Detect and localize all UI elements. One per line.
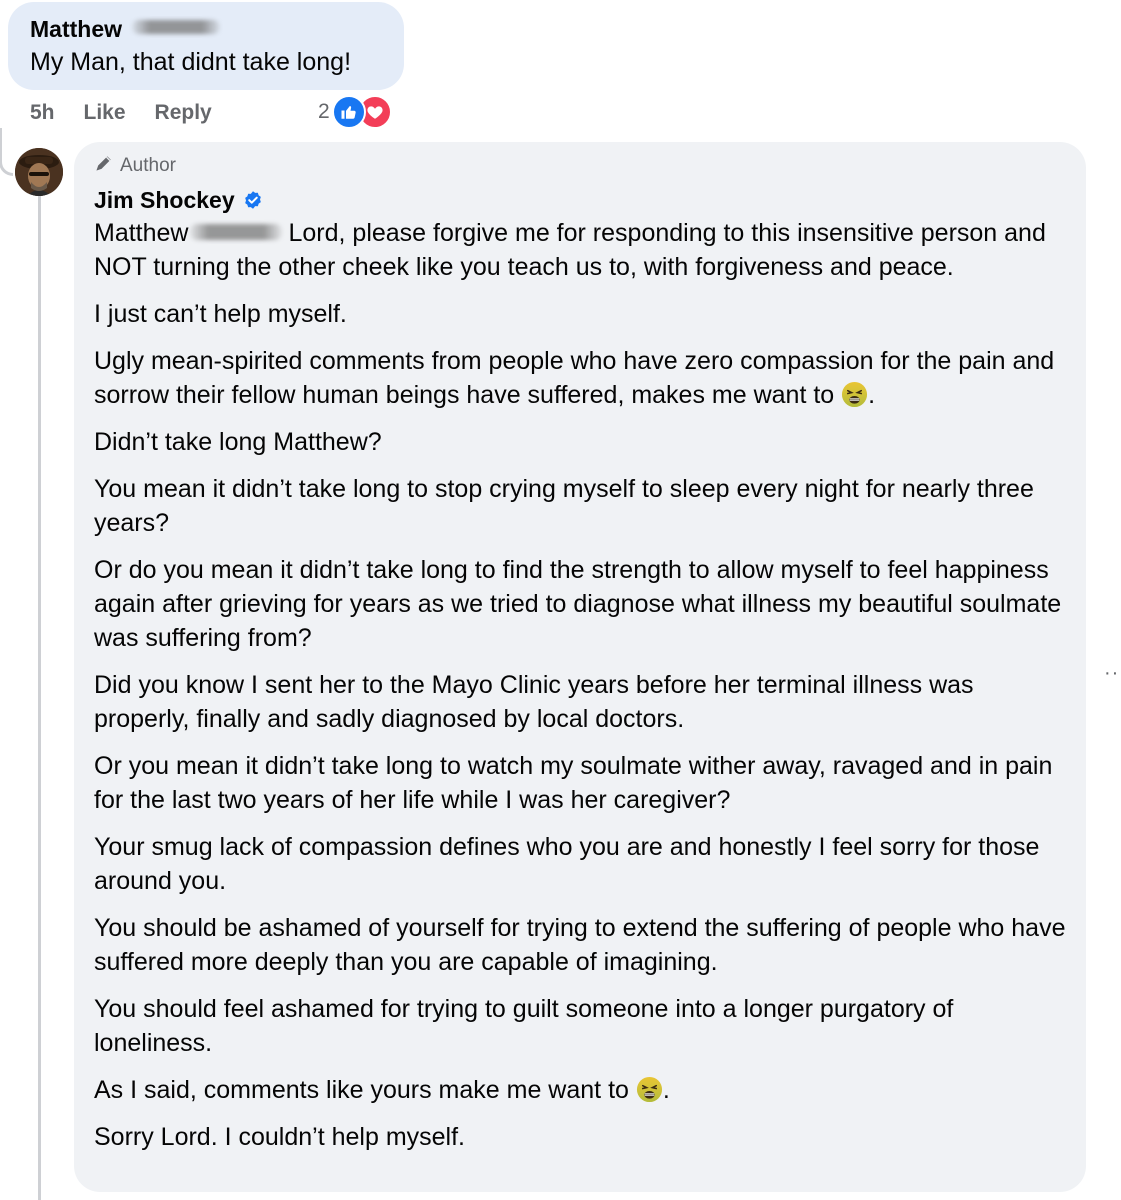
thread-line [38, 190, 41, 1200]
reply-paragraph: Or do you mean it didn’t take long to fi… [94, 556, 1062, 652]
like-button[interactable]: Like [84, 101, 126, 125]
reply-paragraph: Your smug lack of compassion defines who… [94, 833, 1040, 895]
thread-connector [0, 128, 13, 176]
comment-text: My Man, that didnt take long! [30, 48, 352, 76]
paragraph-text: As I said, comments like yours make me w… [94, 1076, 629, 1104]
author-name[interactable]: Jim Shockey [94, 187, 235, 214]
paragraph-suffix: . [868, 381, 876, 409]
reply-paragraph: You should be ashamed of yourself for tr… [94, 914, 1066, 976]
reply-paragraph: Sorry Lord. I couldn’t help myself. [94, 1123, 465, 1151]
verified-badge-icon [243, 190, 263, 210]
reply-body: Matthew Lord, please forgive me for respo… [94, 216, 1066, 1154]
reply-paragraph: As I said, comments like yours make me w… [94, 1073, 1066, 1107]
pen-icon [94, 153, 114, 179]
reaction-summary[interactable]: 2 [318, 94, 392, 130]
reply-paragraph: Did you know I sent her to the Mayo Clin… [94, 671, 974, 733]
redacted-surname [190, 224, 283, 241]
commenter-name[interactable]: Matthew [30, 16, 122, 43]
like-icon [331, 95, 366, 129]
reply-paragraph: You should feel ashamed for trying to gu… [94, 995, 954, 1057]
comment-header: Matthew [30, 13, 382, 45]
mention-link[interactable]: Matthew [94, 219, 188, 247]
reply-button[interactable]: Reply [155, 101, 212, 125]
nauseated-face-emoji-icon [841, 381, 868, 408]
author-badge-label: Author [120, 155, 176, 176]
reply-paragraph: I just can’t help myself. [94, 300, 347, 328]
paragraph-text: Ugly mean-spirited comments from people … [94, 347, 1055, 409]
author-avatar[interactable] [15, 148, 63, 196]
reaction-count: 2 [318, 100, 330, 123]
reply-header: Jim Shockey [94, 184, 1066, 216]
comment-actions: 5h Like Reply [30, 98, 212, 128]
redacted-surname [132, 20, 220, 34]
reply-bubble: Author Jim Shockey Matthew Lord, please f… [74, 142, 1086, 1192]
author-badge: Author [94, 154, 1066, 178]
more-options-icon[interactable]: ·· [1104, 662, 1119, 685]
reply-paragraph: Didn’t take long Matthew? [94, 428, 382, 456]
comment-timestamp[interactable]: 5h [30, 101, 55, 125]
comment-bubble: Matthew My Man, that didnt take long! [8, 2, 404, 90]
reply-paragraph: Ugly mean-spirited comments from people … [94, 344, 1066, 412]
nauseated-face-emoji-icon [636, 1076, 663, 1103]
reply-paragraph: Matthew Lord, please forgive me for respo… [94, 216, 1066, 284]
reply-paragraph: You mean it didn’t take long to stop cry… [94, 475, 1034, 537]
paragraph-suffix: . [662, 1076, 670, 1104]
reply-paragraph: Or you mean it didn’t take long to watch… [94, 752, 1053, 814]
